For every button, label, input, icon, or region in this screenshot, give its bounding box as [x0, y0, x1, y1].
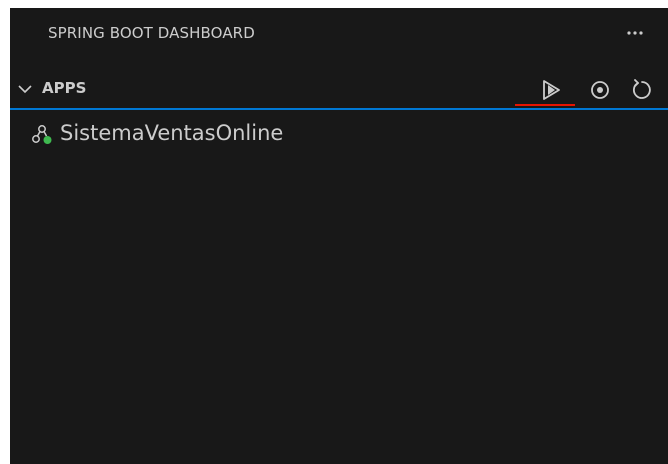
restart-app-button[interactable] [628, 76, 656, 104]
restart-icon [633, 79, 651, 99]
stop-icon [591, 81, 609, 99]
apps-section-header[interactable]: APPS [10, 70, 668, 110]
app-name: SistemaVentasOnline [60, 121, 284, 145]
section-title: APPS [42, 79, 87, 97]
run-highlight-underline [515, 104, 575, 106]
more-actions-button[interactable] [620, 18, 650, 48]
stop-app-button[interactable] [586, 76, 614, 104]
view-title: SPRING BOOT DASHBOARD [48, 24, 255, 42]
view-header: SPRING BOOT DASHBOARD [10, 8, 668, 64]
ellipsis-icon [627, 31, 643, 35]
run-app-button[interactable] [538, 76, 566, 104]
spring-app-icon [32, 125, 52, 144]
app-tree-item[interactable]: SistemaVentasOnline [10, 118, 668, 154]
spring-boot-dashboard-panel: SPRING BOOT DASHBOARD APPS SistemaVentas… [10, 8, 668, 464]
run-icon [543, 80, 560, 100]
status-running-dot [43, 136, 52, 144]
chevron-down-icon[interactable] [17, 81, 33, 97]
